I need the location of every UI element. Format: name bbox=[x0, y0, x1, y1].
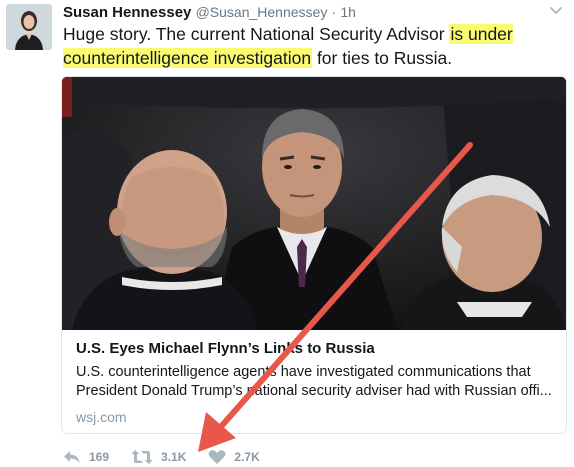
card-description: U.S. counterintelligence agents have inv… bbox=[76, 364, 552, 399]
author-display-name[interactable]: Susan Hennessey bbox=[63, 4, 191, 21]
reply-icon bbox=[64, 451, 80, 463]
reply-button[interactable]: 169 bbox=[63, 449, 109, 465]
chevron-down-icon[interactable] bbox=[548, 2, 564, 18]
like-count: 2.7K bbox=[234, 450, 260, 464]
card-image[interactable] bbox=[62, 77, 566, 330]
tweet-timestamp[interactable]: 1h bbox=[340, 4, 356, 20]
author-handle[interactable]: @Susan_Hennessey bbox=[196, 4, 328, 20]
header-separator: · bbox=[331, 4, 337, 20]
tweet-header: Susan Hennessey @Susan_Hennessey · 1h bbox=[63, 2, 564, 22]
tweet-actions: 169 3.1K 2.7K bbox=[63, 447, 282, 467]
retweet-button[interactable]: 3.1K bbox=[131, 449, 186, 465]
retweet-count: 3.1K bbox=[161, 450, 187, 464]
tweet-text-part1: Huge story. The current National Securit… bbox=[63, 24, 450, 44]
like-button[interactable]: 2.7K bbox=[208, 449, 260, 465]
tweet-text-part2: for ties to Russia. bbox=[312, 48, 453, 68]
heart-icon bbox=[209, 450, 226, 464]
link-card[interactable]: U.S. Eyes Michael Flynn’s Links to Russi… bbox=[61, 76, 567, 434]
reply-count: 169 bbox=[89, 450, 110, 464]
tweet[interactable]: Susan Hennessey @Susan_Hennessey · 1h Hu… bbox=[0, 0, 574, 467]
card-domain: wsj.com bbox=[76, 409, 127, 425]
retweet-icon bbox=[131, 450, 153, 464]
avatar[interactable] bbox=[6, 4, 52, 50]
card-title[interactable]: U.S. Eyes Michael Flynn’s Links to Russi… bbox=[76, 339, 554, 359]
card-body: U.S. Eyes Michael Flynn’s Links to Russi… bbox=[76, 339, 554, 426]
tweet-text: Huge story. The current National Securit… bbox=[63, 22, 533, 70]
